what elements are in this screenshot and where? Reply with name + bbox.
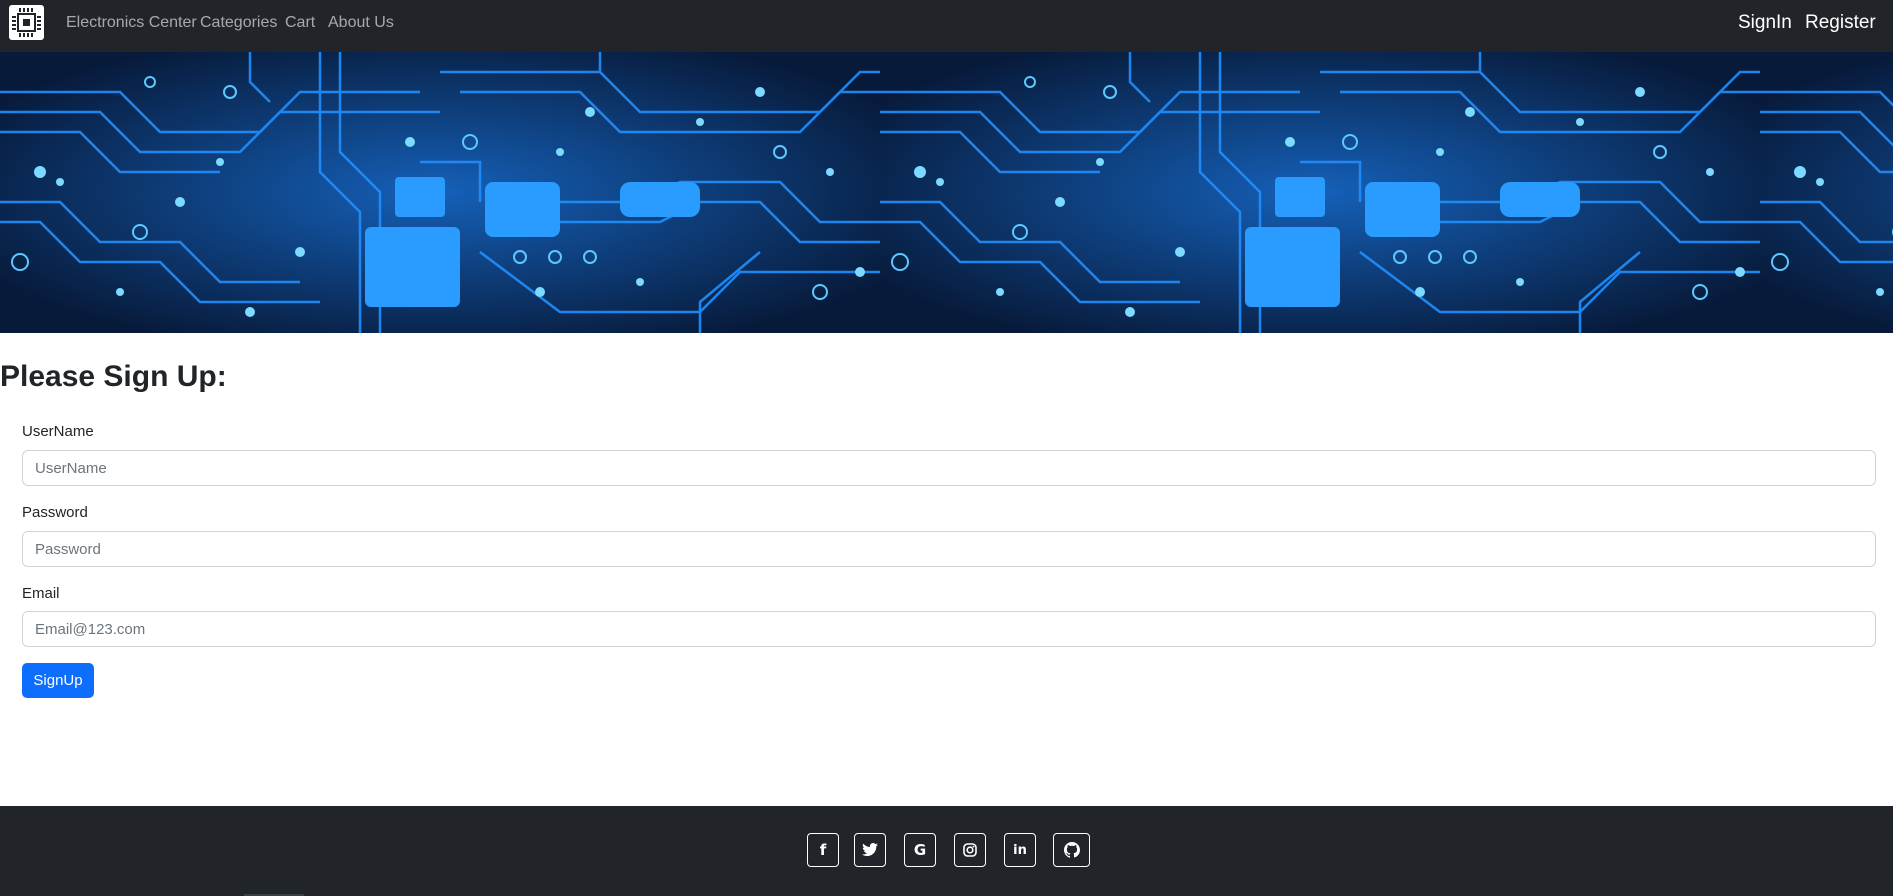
brand-link[interactable]: Electronics Center (66, 14, 197, 32)
username-input[interactable] (22, 450, 1876, 486)
register-link[interactable]: Register (1805, 12, 1876, 34)
email-input[interactable] (22, 611, 1876, 647)
google-icon[interactable]: G (904, 833, 936, 867)
signup-button[interactable]: SignUp (22, 663, 94, 698)
password-input[interactable] (22, 531, 1876, 567)
linkedin-icon[interactable]: in (1004, 833, 1036, 867)
nav-link-categories[interactable]: Categories (200, 14, 277, 32)
instagram-icon[interactable] (954, 833, 986, 867)
circuit-board-image (0, 52, 1893, 333)
chip-logo-icon[interactable] (9, 5, 44, 40)
username-label: UserName (22, 423, 94, 440)
nav-link-cart[interactable]: Cart (285, 14, 315, 32)
facebook-icon[interactable]: f (807, 833, 839, 867)
twitter-icon[interactable] (854, 833, 886, 867)
nav-link-about-us[interactable]: About Us (328, 14, 394, 32)
hero-banner (0, 52, 1893, 333)
github-icon[interactable] (1053, 833, 1090, 867)
email-label: Email (22, 585, 60, 602)
footer: f G in (0, 806, 1893, 896)
page-title: Please Sign Up: (0, 360, 227, 393)
signin-link[interactable]: SignIn (1738, 12, 1792, 34)
navbar: Electronics Center Categories Cart About… (0, 0, 1893, 52)
password-label: Password (22, 504, 88, 521)
